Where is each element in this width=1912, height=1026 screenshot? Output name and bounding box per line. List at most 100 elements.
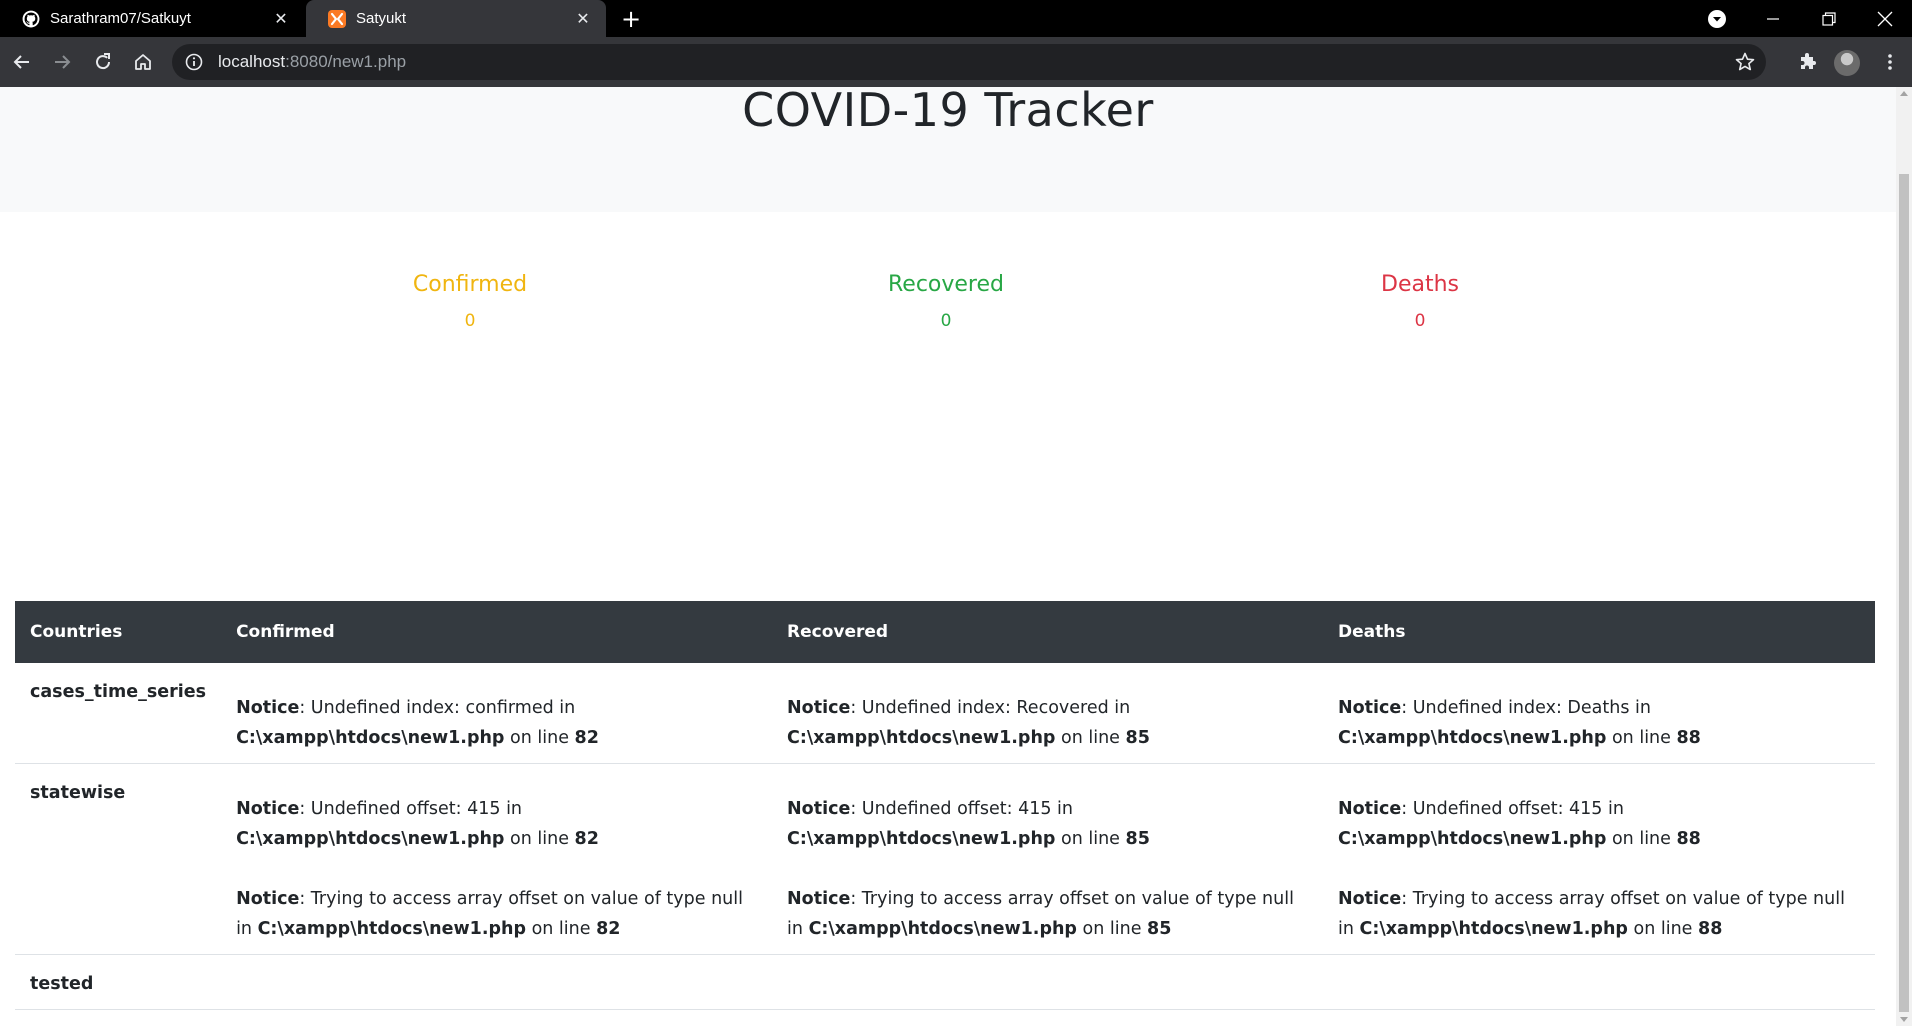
stat-recovered: Recovered 0 <box>796 272 1096 331</box>
tab-strip: Sarathram07/Satkuyt ✕ Satyukt ✕ + <box>0 0 1912 37</box>
php-notice: Notice: Undefined offset: 415 in C:\xamp… <box>1338 794 1860 854</box>
notice-line-number: 85 <box>1125 728 1150 748</box>
notice-on-line: on line <box>504 829 575 849</box>
header-recovered: Recovered <box>772 601 1323 663</box>
cases-table: Countries Confirmed Recovered Deaths cas… <box>15 601 1875 1010</box>
scroll-down-arrow-icon[interactable] <box>1900 1017 1908 1022</box>
table-row: tested <box>15 954 1875 1010</box>
stat-label: Deaths <box>1381 272 1459 297</box>
tab-title: Sarathram07/Satkuyt <box>50 10 191 27</box>
stat-label: Recovered <box>887 272 1004 297</box>
table-row: cases_time_series Notice: Undefined index… <box>15 663 1875 764</box>
stat-confirmed: Confirmed 0 <box>320 272 620 331</box>
table-row: statewise Notice: Undefined offset: 415 i… <box>15 763 1875 955</box>
page-title: COVID-19 Tracker <box>742 87 1154 137</box>
php-notice: Notice: Undefined offset: 415 in C:\xamp… <box>236 794 757 854</box>
stat-label: Confirmed <box>412 272 528 297</box>
notice-file-path: C:\xampp\htdocs\new1.php <box>257 919 526 939</box>
notice-cell: Notice : Undefined offset: 415 in C:\xamp… <box>1323 763 1875 955</box>
notice-line-number: 88 <box>1698 919 1723 939</box>
tab-satyukt[interactable]: Satyukt ✕ <box>306 0 606 37</box>
notice-message: : Undefined index: Recovered in <box>850 698 1131 718</box>
php-notice: Notice: Undefined index: confirmed in C:… <box>236 693 757 753</box>
notice-line-number: 82 <box>574 829 599 849</box>
address-bar[interactable]: localhost:8080/new1.php <box>172 44 1766 80</box>
tab-title: Satyukt <box>356 10 407 27</box>
notice-cell: Notice: Undefined index: Recovered in C:… <box>772 663 1323 764</box>
restore-icon[interactable] <box>1806 0 1852 37</box>
stat-value: 0 <box>1414 311 1426 331</box>
header-countries: Countries <box>15 601 222 663</box>
hero-banner: COVID-19 Tracker <box>0 87 1896 212</box>
notice-label: Notice <box>236 889 300 909</box>
php-notice: Notice: Trying to access array offset on… <box>787 884 1308 944</box>
notice-file-path: C:\xampp\htdocs\new1.php <box>808 919 1077 939</box>
bookmark-star-icon[interactable] <box>1734 51 1756 73</box>
notice-label: Notice <box>1338 889 1402 909</box>
info-icon[interactable] <box>184 52 204 72</box>
profile-avatar[interactable] <box>1834 50 1860 76</box>
stat-deaths: Deaths 0 <box>1270 272 1570 331</box>
notice-message: : Undefined index: confirmed in <box>299 698 576 718</box>
notice-cell: Notice: Undefined offset: 415 in C:\xamp… <box>221 763 773 955</box>
menu-kebab-icon[interactable] <box>1874 46 1906 78</box>
notice-label: Notice <box>787 799 851 819</box>
tab-github[interactable]: Sarathram07/Satkuyt ✕ <box>0 0 304 37</box>
php-notice: Notice: Undefined offset: 415 in C:\xamp… <box>787 794 1308 854</box>
notice-on-line: on line <box>1606 829 1677 849</box>
country-cell: tested <box>15 954 222 1010</box>
notice-file-path: C:\xampp\htdocs\new1.php <box>1359 919 1628 939</box>
notice-line-number: 82 <box>574 728 599 748</box>
notice-label: Notice <box>787 698 851 718</box>
notice-line-number: 88 <box>1676 728 1701 748</box>
notice-file-path: C:\xampp\htdocs\new1.php <box>1338 829 1607 849</box>
notice-cell: Notice: Undefined offset: 415 in C:\xamp… <box>772 763 1323 955</box>
back-icon[interactable] <box>6 46 38 78</box>
notice-label: Notice <box>236 698 300 718</box>
forward-icon[interactable] <box>46 46 78 78</box>
country-cell: statewise <box>15 763 222 955</box>
vertical-scrollbar[interactable] <box>1896 87 1912 1026</box>
new-tab-button[interactable]: + <box>618 6 644 32</box>
page-viewport: COVID-19 Tracker Confirmed 0 Recovered 0… <box>0 87 1896 1026</box>
country-cell: cases_time_series <box>15 663 222 764</box>
reload-icon[interactable] <box>87 46 119 78</box>
url-path: :8080/new1.php <box>285 52 407 71</box>
notice-file-path: C:\xampp\htdocs\new1.php <box>1338 728 1607 748</box>
github-icon <box>22 10 40 28</box>
xampp-icon <box>328 9 346 28</box>
notice-cell <box>221 954 773 1010</box>
notice-on-line: on line <box>1076 919 1148 939</box>
notice-on-line: on line <box>1055 728 1126 748</box>
url-text: localhost:8080/new1.php <box>218 52 406 72</box>
header-deaths: Deaths <box>1323 601 1875 663</box>
home-icon[interactable] <box>127 46 159 78</box>
notice-label: Notice <box>236 799 300 819</box>
notice-message: : Undefined offset: 415 in <box>850 799 1073 819</box>
stat-value: 0 <box>464 311 476 331</box>
close-icon[interactable]: ✕ <box>270 8 292 30</box>
scroll-up-arrow-icon[interactable] <box>1900 91 1908 96</box>
stat-value: 0 <box>940 311 952 331</box>
notice-message: : Undefined offset: 415 in <box>1401 799 1624 819</box>
close-icon[interactable]: ✕ <box>572 8 594 30</box>
notice-cell <box>1323 954 1875 1010</box>
notice-message: : Undefined index: Deaths in <box>1401 698 1651 718</box>
tab-search-icon[interactable] <box>1694 0 1740 37</box>
notice-cell: Notice: Undefined index: confirmed in C:… <box>221 663 773 764</box>
notice-on-line: on line <box>504 728 575 748</box>
notice-file-path: C:\xampp\htdocs\new1.php <box>236 829 505 849</box>
notice-file-path: C:\xampp\htdocs\new1.php <box>787 829 1056 849</box>
notice-file-path: C:\xampp\htdocs\new1.php <box>236 728 505 748</box>
extensions-icon[interactable] <box>1792 46 1824 78</box>
minimize-icon[interactable] <box>1750 0 1796 37</box>
notice-on-line: on line <box>526 919 597 939</box>
php-notice: Notice: Undefined index: Recovered in C:… <box>787 693 1308 753</box>
close-window-icon[interactable] <box>1862 0 1908 37</box>
php-notice: Notice: Undefined index: Deaths in C:\xa… <box>1338 693 1860 753</box>
notice-on-line: on line <box>1055 829 1126 849</box>
table-header-row: Countries Confirmed Recovered Deaths <box>15 601 1875 663</box>
scrollbar-thumb[interactable] <box>1899 174 1909 1012</box>
url-host: localhost <box>218 52 286 71</box>
browser-toolbar: localhost:8080/new1.php <box>0 37 1912 87</box>
